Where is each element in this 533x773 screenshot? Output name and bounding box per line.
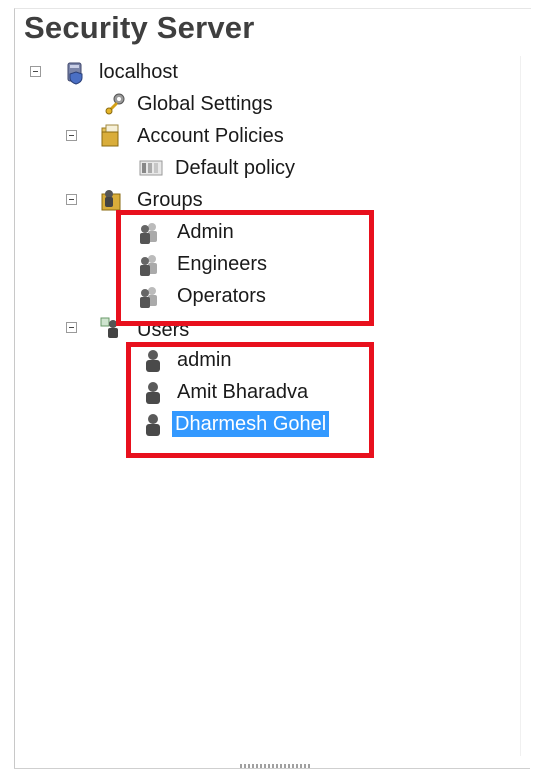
scroll-track[interactable] bbox=[520, 56, 531, 756]
tree-item-default-policy[interactable]: Default policy bbox=[172, 154, 298, 182]
tree-item-label: Account Policies bbox=[137, 125, 284, 147]
policy-doc-icon bbox=[138, 154, 164, 180]
collapse-groups-toggle[interactable] bbox=[66, 194, 77, 205]
collapse-users-toggle[interactable] bbox=[66, 322, 77, 333]
tree-item-label: Global Settings bbox=[137, 93, 273, 115]
tree-item-account-policies[interactable]: Account Policies bbox=[134, 122, 287, 150]
tree-item-global-settings[interactable]: Global Settings bbox=[134, 90, 276, 118]
gear-key-icon bbox=[104, 90, 130, 116]
resize-grip[interactable] bbox=[240, 764, 312, 768]
tree-item-label: Default policy bbox=[175, 157, 296, 179]
users-highlight-box bbox=[126, 342, 374, 458]
collapse-account-policies-toggle[interactable] bbox=[66, 130, 77, 141]
panel-bottom-border bbox=[14, 768, 530, 769]
server-shield-icon bbox=[62, 60, 88, 86]
group-folder-icon bbox=[98, 186, 124, 212]
tree-item-localhost[interactable]: localhost bbox=[96, 58, 181, 86]
folder-policy-icon bbox=[98, 122, 124, 148]
collapse-localhost-toggle[interactable] bbox=[30, 66, 41, 77]
groups-highlight-box bbox=[116, 210, 374, 326]
panel-title: Security Server bbox=[24, 10, 255, 45]
tree-item-label: localhost bbox=[99, 61, 178, 83]
